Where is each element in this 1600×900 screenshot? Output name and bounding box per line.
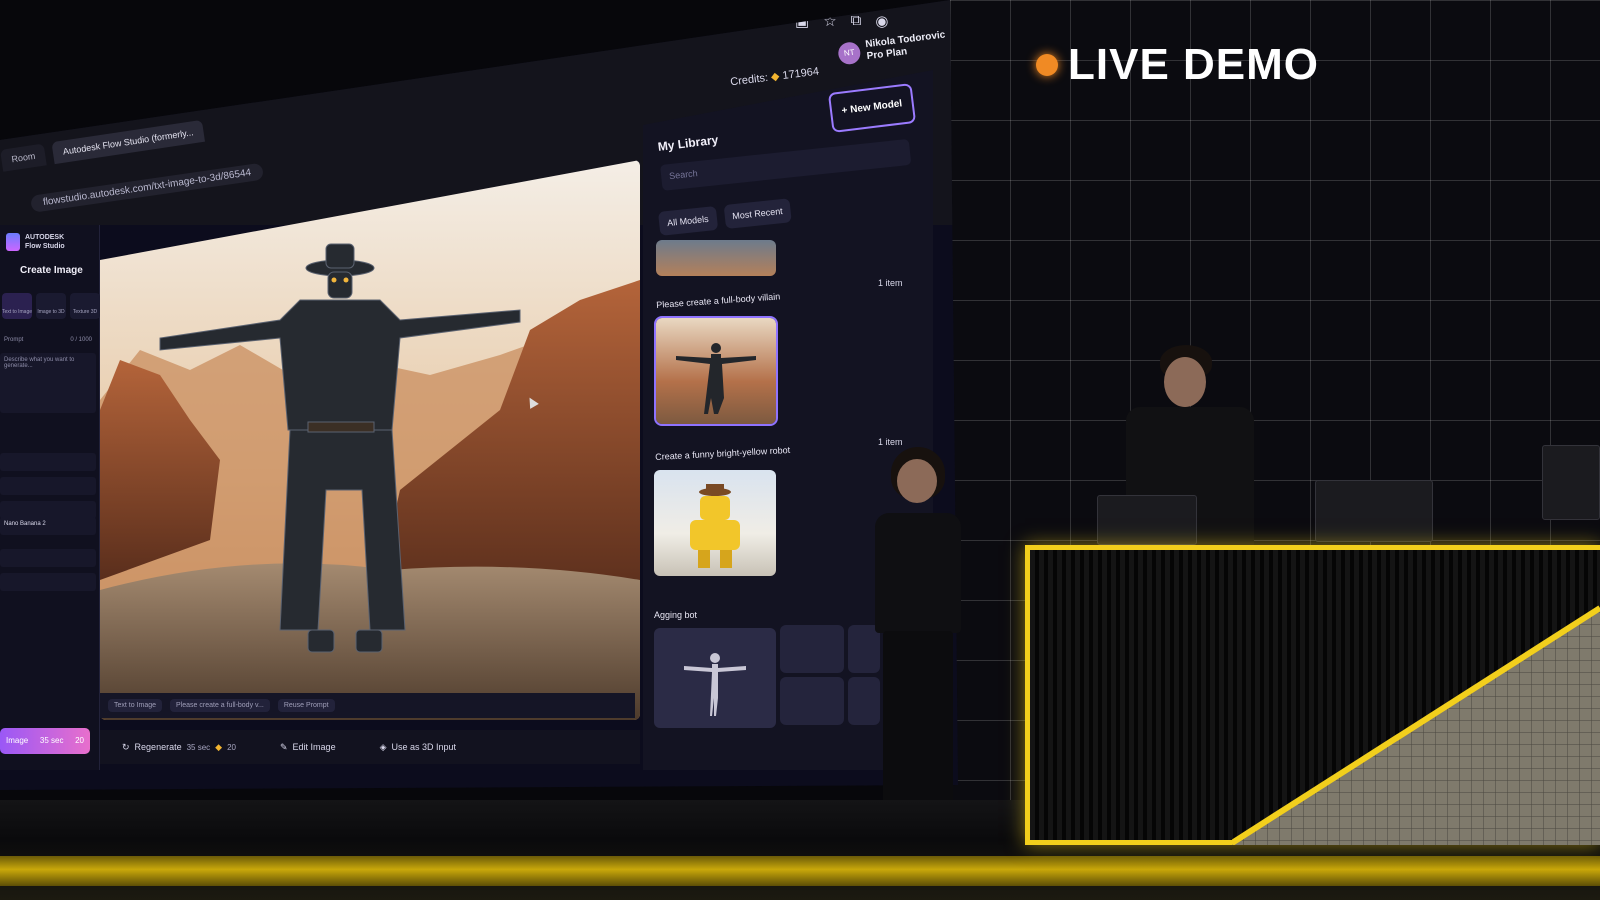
mode-text-to-image[interactable]: Text to Image <box>2 293 32 319</box>
setting-field[interactable] <box>0 453 96 471</box>
live-demo-label: LIVE DEMO <box>1068 40 1320 89</box>
library-item-label: Agging bot <box>654 610 698 620</box>
item-count[interactable]: 1 item <box>878 278 903 288</box>
library-thumbnail-pose[interactable] <box>780 677 844 725</box>
projection-screen: ▣ ☆ ⧉ ◉ Room Autodesk Flow Studio (forme… <box>0 0 958 790</box>
generated-image-panel <box>100 160 640 720</box>
mode-image-to-3d[interactable]: Image to 3D <box>36 293 66 319</box>
library-thumbnail-rig[interactable] <box>654 628 776 728</box>
mode-chip: Text to Image <box>108 699 163 712</box>
setting-field[interactable] <box>0 549 96 567</box>
regenerate-button[interactable]: ↻ Regenerate 35 sec ◆ 20 <box>100 742 258 753</box>
prompt-textarea[interactable]: Describe what you want to generate... <box>0 353 96 413</box>
live-indicator-dot <box>1036 54 1058 76</box>
sidebar-title: Create Image <box>20 265 83 276</box>
profile-icon[interactable]: ◉ <box>875 12 888 30</box>
mode-switcher: Text to Image Image to 3D Texture 3D <box>2 293 100 319</box>
cast-icon[interactable]: ▣ <box>795 12 809 30</box>
autodesk-logo[interactable]: AUTODESK Flow Studio <box>6 233 65 251</box>
setting-field[interactable] <box>0 573 96 591</box>
prompt-chip[interactable]: Please create a full-body v... <box>170 699 270 712</box>
image-action-bar: ↻ Regenerate 35 sec ◆ 20 ✎ Edit Image ◈ … <box>100 730 640 764</box>
refresh-icon: ↻ <box>122 741 130 752</box>
library-thumbnail-pose[interactable] <box>780 625 844 673</box>
library-thumbnail[interactable] <box>656 240 776 276</box>
generate-button[interactable]: Image 35 sec 20 <box>0 728 90 754</box>
stage-edge-light <box>0 856 1600 886</box>
browser-toolbar-icons: ▣ ☆ ⧉ ◉ <box>795 12 888 30</box>
edit-icon: ✎ <box>280 741 288 752</box>
live-demo-sign: LIVE DEMO <box>1036 40 1319 90</box>
edit-image-button[interactable]: ✎ Edit Image <box>258 742 358 753</box>
coin-icon: ◆ <box>215 741 223 752</box>
prompt-label-row: Prompt 0 / 1000 <box>4 337 92 343</box>
flow-logo-icon <box>6 233 20 251</box>
extensions-icon[interactable]: ⧉ <box>851 12 862 30</box>
setting-field[interactable] <box>0 477 96 495</box>
laptop <box>1315 480 1433 542</box>
generated-image <box>100 160 640 720</box>
use-as-3d-input-button[interactable]: ◈ Use as 3D Input <box>358 742 478 753</box>
coin-icon: ◆ <box>770 70 781 84</box>
presenter-woman <box>865 445 980 830</box>
laptop <box>1097 495 1197 545</box>
monitor <box>1542 445 1600 520</box>
model-select[interactable]: Nano Banana 2 <box>0 517 96 535</box>
library-thumbnail-villain[interactable] <box>654 316 778 426</box>
star-icon[interactable]: ☆ <box>823 12 836 30</box>
create-sidebar: AUTODESK Flow Studio Create Image Text t… <box>0 225 100 770</box>
library-thumbnail-robot[interactable] <box>654 470 776 576</box>
podium-light-wedge <box>1232 605 1600 845</box>
prompt-chip-row: Text to Image Please create a full-body … <box>100 693 635 718</box>
reuse-prompt-button[interactable]: Reuse Prompt <box>277 699 335 712</box>
avatar: NT <box>837 41 862 66</box>
mode-texture-3d[interactable]: Texture 3D <box>70 293 100 319</box>
cube-icon: ◈ <box>379 741 387 752</box>
